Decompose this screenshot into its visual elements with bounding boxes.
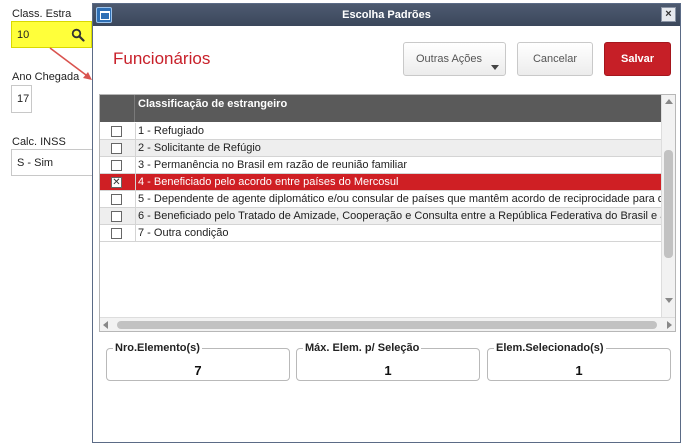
scroll-down-icon[interactable] bbox=[665, 298, 673, 303]
cell-divider bbox=[135, 123, 136, 140]
row-checkbox[interactable] bbox=[111, 126, 122, 137]
row-checkbox[interactable]: ✕ bbox=[111, 177, 122, 188]
cell-divider bbox=[135, 208, 136, 225]
table-row[interactable]: 2 - Solicitante de Refúgio bbox=[100, 140, 661, 157]
cell-divider bbox=[135, 225, 136, 242]
row-label: 1 - Refugiado bbox=[138, 125, 205, 137]
outras-acoes-label: Outras Ações bbox=[416, 53, 483, 65]
table-row[interactable]: 5 - Dependente de agente diplomático e/o… bbox=[100, 191, 664, 208]
escolha-padroes-dialog: Escolha Padrões × Funcionários Outras Aç… bbox=[92, 3, 681, 443]
elem-selecionados-value: 1 bbox=[575, 363, 583, 378]
ano-chegada-value: 17 bbox=[17, 93, 30, 105]
ano-chegada-field[interactable]: 17 bbox=[11, 85, 32, 113]
cancel-button[interactable]: Cancelar bbox=[517, 42, 593, 76]
nro-elementos-value: 7 bbox=[194, 363, 202, 378]
dialog-title: Escolha Padrões bbox=[342, 9, 431, 21]
cell-divider bbox=[135, 191, 136, 208]
row-checkbox[interactable] bbox=[111, 228, 122, 239]
vertical-scrollbar[interactable] bbox=[661, 95, 675, 317]
column-header-classificacao[interactable]: Classificação de estrangeiro bbox=[138, 98, 287, 110]
max-elementos-label: Máx. Elem. p/ Seleção bbox=[303, 342, 422, 354]
row-label: 7 - Outra condição bbox=[138, 227, 229, 239]
screen: Class. Estra 10 Ano Chegada 17 Calc. INS… bbox=[0, 0, 681, 443]
scroll-up-icon[interactable] bbox=[665, 99, 673, 104]
calc-inss-value: S - Sim bbox=[17, 156, 54, 169]
cell-divider bbox=[135, 157, 136, 174]
dialog-titlebar[interactable]: Escolha Padrões × bbox=[93, 4, 680, 26]
row-label: 6 - Beneficiado pelo Tratado de Amizade,… bbox=[138, 210, 667, 222]
ano-chegada-label: Ano Chegada bbox=[12, 71, 80, 83]
cell-divider bbox=[135, 174, 136, 191]
row-label: 5 - Dependente de agente diplomático e/o… bbox=[138, 193, 664, 205]
scroll-right-icon[interactable] bbox=[667, 321, 672, 329]
caret-down-icon bbox=[491, 65, 499, 70]
row-checkbox[interactable] bbox=[111, 143, 122, 154]
table-row[interactable]: 6 - Beneficiado pelo Tratado de Amizade,… bbox=[100, 208, 666, 225]
grid-header: Classificação de estrangeiro bbox=[100, 95, 661, 122]
row-checkbox[interactable] bbox=[111, 160, 122, 171]
elem-selecionados-label: Elem.Selecionado(s) bbox=[494, 342, 606, 354]
close-icon[interactable]: × bbox=[661, 7, 676, 22]
row-checkbox[interactable] bbox=[111, 194, 122, 205]
table-row[interactable]: 1 - Refugiado bbox=[100, 123, 661, 140]
row-label: 4 - Beneficiado pelo acordo entre países… bbox=[138, 176, 399, 188]
vertical-scroll-thumb[interactable] bbox=[664, 150, 673, 258]
save-button[interactable]: Salvar bbox=[604, 42, 671, 76]
scroll-left-icon[interactable] bbox=[103, 321, 108, 329]
calc-inss-select[interactable]: S - Sim bbox=[11, 149, 93, 176]
row-label: 2 - Solicitante de Refúgio bbox=[138, 142, 261, 154]
summary-elem-selecionados: Elem.Selecionado(s) 1 bbox=[487, 342, 671, 381]
row-checkbox[interactable] bbox=[111, 211, 122, 222]
classification-grid: Classificação de estrangeiro 1 - Refugia… bbox=[99, 94, 676, 332]
grid-header-check-column bbox=[100, 95, 135, 122]
nro-elementos-label: Nro.Elemento(s) bbox=[113, 342, 202, 354]
outras-acoes-button[interactable]: Outras Ações bbox=[403, 42, 506, 76]
window-icon bbox=[96, 7, 112, 23]
summary-max-elementos: Máx. Elem. p/ Seleção 1 bbox=[296, 342, 480, 381]
page-title: Funcionários bbox=[113, 49, 211, 68]
summary-nro-elementos: Nro.Elemento(s) 7 bbox=[106, 342, 290, 381]
calc-inss-label: Calc. INSS bbox=[12, 136, 66, 148]
table-row[interactable]: 3 - Permanência no Brasil em razão de re… bbox=[100, 157, 661, 174]
table-row[interactable]: ✕ 4 - Beneficiado pelo acordo entre paíse… bbox=[100, 174, 661, 191]
row-label: 3 - Permanência no Brasil em razão de re… bbox=[138, 159, 408, 171]
max-elementos-value: 1 bbox=[384, 363, 392, 378]
horizontal-scroll-thumb[interactable] bbox=[117, 321, 657, 329]
cell-divider bbox=[135, 140, 136, 157]
horizontal-scrollbar[interactable] bbox=[100, 317, 675, 331]
table-row[interactable]: 7 - Outra condição bbox=[100, 225, 661, 242]
grid-rows: 1 - Refugiado 2 - Solicitante de Refúgio 3… bbox=[100, 123, 666, 242]
